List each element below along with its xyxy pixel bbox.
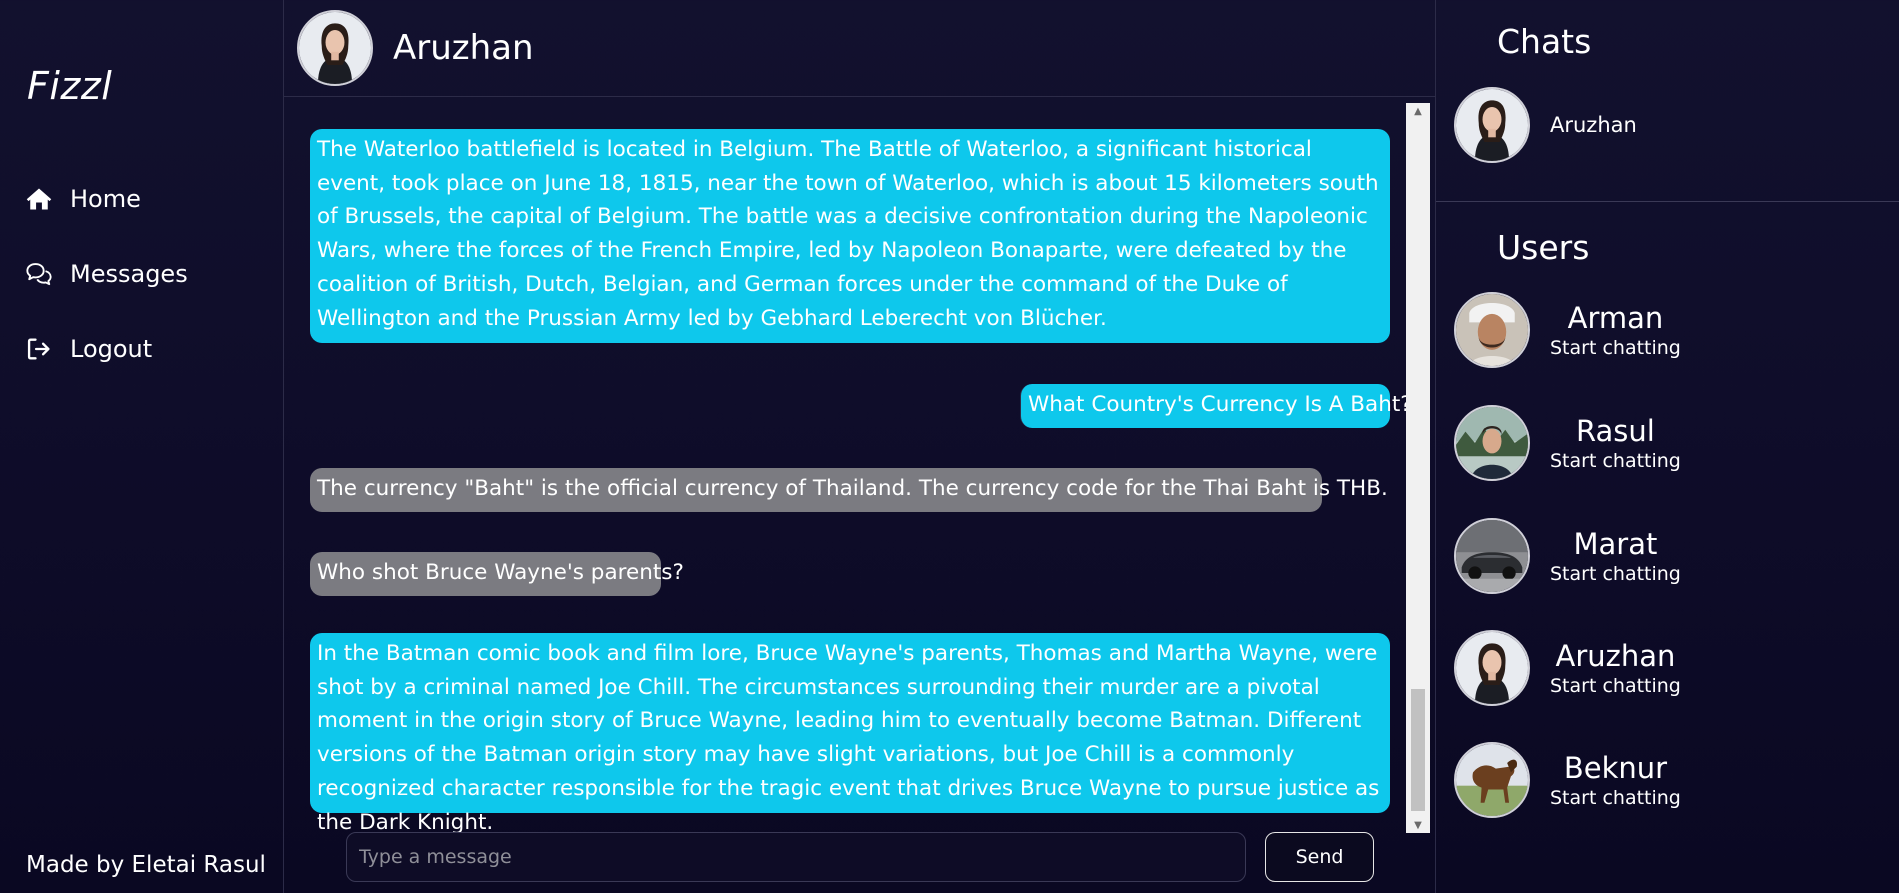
- user-name: Aruzhan: [1555, 639, 1676, 673]
- chat-bubbles-icon: [22, 257, 56, 291]
- scroll-down-icon[interactable]: ▼: [1406, 817, 1430, 833]
- section-divider: [1436, 201, 1899, 202]
- user-name: Rasul: [1576, 414, 1655, 448]
- user-list-item[interactable]: Aruzhan Start chatting: [1454, 630, 1681, 706]
- chat-list-item[interactable]: Aruzhan: [1454, 87, 1637, 163]
- nav-label-home: Home: [70, 185, 141, 213]
- user-list-item[interactable]: Marat Start chatting: [1454, 518, 1681, 594]
- left-sidebar: Fizzl Home Messages Logout Made by Eleta…: [0, 0, 284, 893]
- user-name: Beknur: [1563, 751, 1668, 785]
- message-scrollbar[interactable]: ▲ ▼: [1406, 103, 1430, 833]
- send-button[interactable]: Send: [1265, 832, 1374, 882]
- message-bubble-bot: The Waterloo battlefield is located in B…: [310, 129, 1390, 343]
- scrollbar-thumb[interactable]: [1411, 689, 1425, 811]
- user-list-item[interactable]: Rasul Start chatting: [1454, 405, 1681, 481]
- message-composer: Send: [346, 832, 1436, 884]
- users-title: Users: [1497, 228, 1590, 267]
- main-nav: Home Messages Logout: [22, 180, 188, 405]
- chat-panel: Aruzhan The Waterloo battlefield is loca…: [284, 0, 1435, 893]
- user-avatar: [1454, 405, 1530, 481]
- user-list-item[interactable]: Beknur Start chatting: [1454, 742, 1681, 818]
- right-sidebar: Chats Aruzhan Users Arman Start chatting…: [1435, 0, 1899, 893]
- user-avatar: [1454, 518, 1530, 594]
- logout-icon: [22, 332, 56, 366]
- scroll-up-icon[interactable]: ▲: [1406, 103, 1430, 119]
- user-name: Marat: [1573, 527, 1658, 561]
- message-list[interactable]: The Waterloo battlefield is located in B…: [310, 106, 1422, 833]
- user-avatar: [1454, 630, 1530, 706]
- user-name: Arman: [1567, 301, 1664, 335]
- chat-header: Aruzhan: [284, 0, 1435, 97]
- user-status: Start chatting: [1550, 563, 1681, 585]
- nav-item-home[interactable]: Home: [22, 180, 188, 218]
- app-logo: Fizzl: [27, 64, 113, 108]
- user-status: Start chatting: [1550, 337, 1681, 359]
- message-bubble-user: Who shot Bruce Wayne's parents?: [310, 552, 684, 596]
- chats-title: Chats: [1497, 22, 1592, 61]
- contact-avatar[interactable]: [297, 10, 373, 86]
- chat-list-name: Aruzhan: [1550, 113, 1637, 137]
- message-bubble-sent: What Country's Currency Is A Baht?: [1020, 384, 1412, 428]
- user-status: Start chatting: [1550, 787, 1681, 809]
- nav-label-messages: Messages: [70, 260, 188, 288]
- nav-item-messages[interactable]: Messages: [22, 255, 188, 293]
- footer-credit: Made by Eletai Rasul: [26, 852, 266, 878]
- user-avatar: [1454, 292, 1530, 368]
- user-status: Start chatting: [1550, 450, 1681, 472]
- nav-label-logout: Logout: [70, 335, 153, 363]
- message-bubble-user: The currency "Baht" is the official curr…: [310, 468, 1388, 512]
- message-input[interactable]: [346, 832, 1246, 882]
- chat-avatar: [1454, 87, 1530, 163]
- nav-item-logout[interactable]: Logout: [22, 330, 188, 368]
- home-icon: [22, 182, 56, 216]
- user-avatar: [1454, 742, 1530, 818]
- user-status: Start chatting: [1550, 675, 1681, 697]
- message-bubble-bot: In the Batman comic book and film lore, …: [310, 633, 1390, 833]
- contact-name: Aruzhan: [393, 28, 534, 68]
- user-list-item[interactable]: Arman Start chatting: [1454, 292, 1681, 368]
